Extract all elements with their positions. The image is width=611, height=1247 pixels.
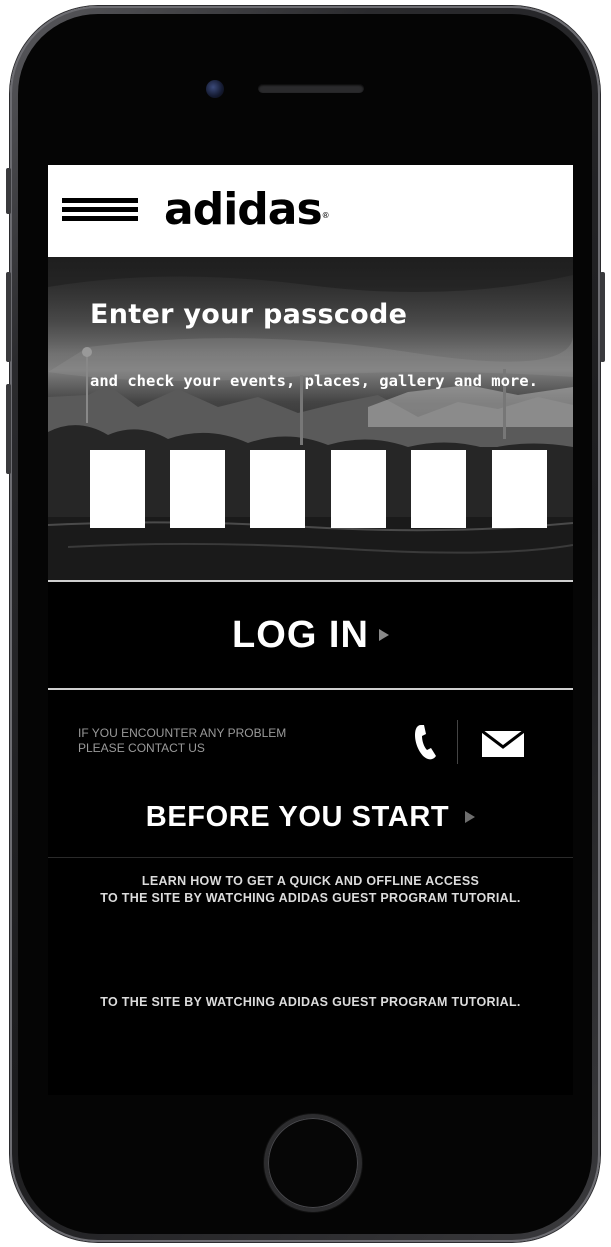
- adidas-logo: adidas®: [164, 184, 330, 235]
- play-arrow-icon: [465, 811, 476, 823]
- tutorial-line-1: LEARN HOW TO GET A QUICK AND OFFLINE ACC…: [141, 874, 480, 888]
- tutorial-text-repeat: TO THE SITE BY WATCHING ADIDAS GUEST PRO…: [100, 995, 521, 1009]
- power-button: [600, 272, 605, 362]
- passcode-digit-3[interactable]: [250, 450, 305, 528]
- three-stripes-icon: [62, 198, 138, 225]
- passcode-inputs: [90, 450, 550, 528]
- volume-up-button: [6, 272, 11, 362]
- login-button[interactable]: LOG IN: [48, 582, 573, 688]
- passcode-digit-6[interactable]: [492, 450, 547, 528]
- divider: [48, 857, 573, 858]
- play-arrow-icon: [378, 629, 389, 641]
- passcode-hero: Enter your passcode and check your event…: [48, 257, 573, 580]
- home-button[interactable]: [264, 1114, 362, 1212]
- contact-line-1: IF YOU ENCOUNTER ANY PROBLEM: [78, 726, 287, 740]
- passcode-subtitle: and check your events, places, gallery a…: [90, 372, 538, 390]
- tutorial-text[interactable]: LEARN HOW TO GET A QUICK AND OFFLINE ACC…: [48, 873, 573, 907]
- passcode-digit-5[interactable]: [411, 450, 466, 528]
- contact-line-2: PLEASE CONTACT US: [78, 741, 205, 755]
- before-you-start-label: BEFORE YOU START: [145, 800, 450, 833]
- icon-separator: [457, 720, 458, 764]
- front-camera: [206, 80, 224, 98]
- before-you-start-button[interactable]: BEFORE YOU START: [48, 795, 573, 839]
- login-label: LOG IN: [232, 613, 369, 656]
- passcode-digit-4[interactable]: [331, 450, 386, 528]
- passcode-digit-1[interactable]: [90, 450, 145, 528]
- tutorial-line-2: TO THE SITE BY WATCHING ADIDAS GUEST PRO…: [100, 891, 521, 905]
- mute-switch: [6, 168, 11, 214]
- brand-header: adidas®: [48, 165, 573, 257]
- mail-icon[interactable]: [481, 730, 525, 758]
- volume-down-button: [6, 384, 11, 474]
- passcode-digit-2[interactable]: [170, 450, 225, 528]
- contact-notice: IF YOU ENCOUNTER ANY PROBLEM PLEASE CONT…: [78, 726, 286, 756]
- earpiece-speaker: [258, 84, 364, 93]
- app-screen: adidas® Enter your passcode and check yo…: [48, 165, 573, 1095]
- divider: [48, 688, 573, 690]
- passcode-title: Enter your passcode: [90, 299, 408, 330]
- phone-icon[interactable]: [412, 723, 440, 761]
